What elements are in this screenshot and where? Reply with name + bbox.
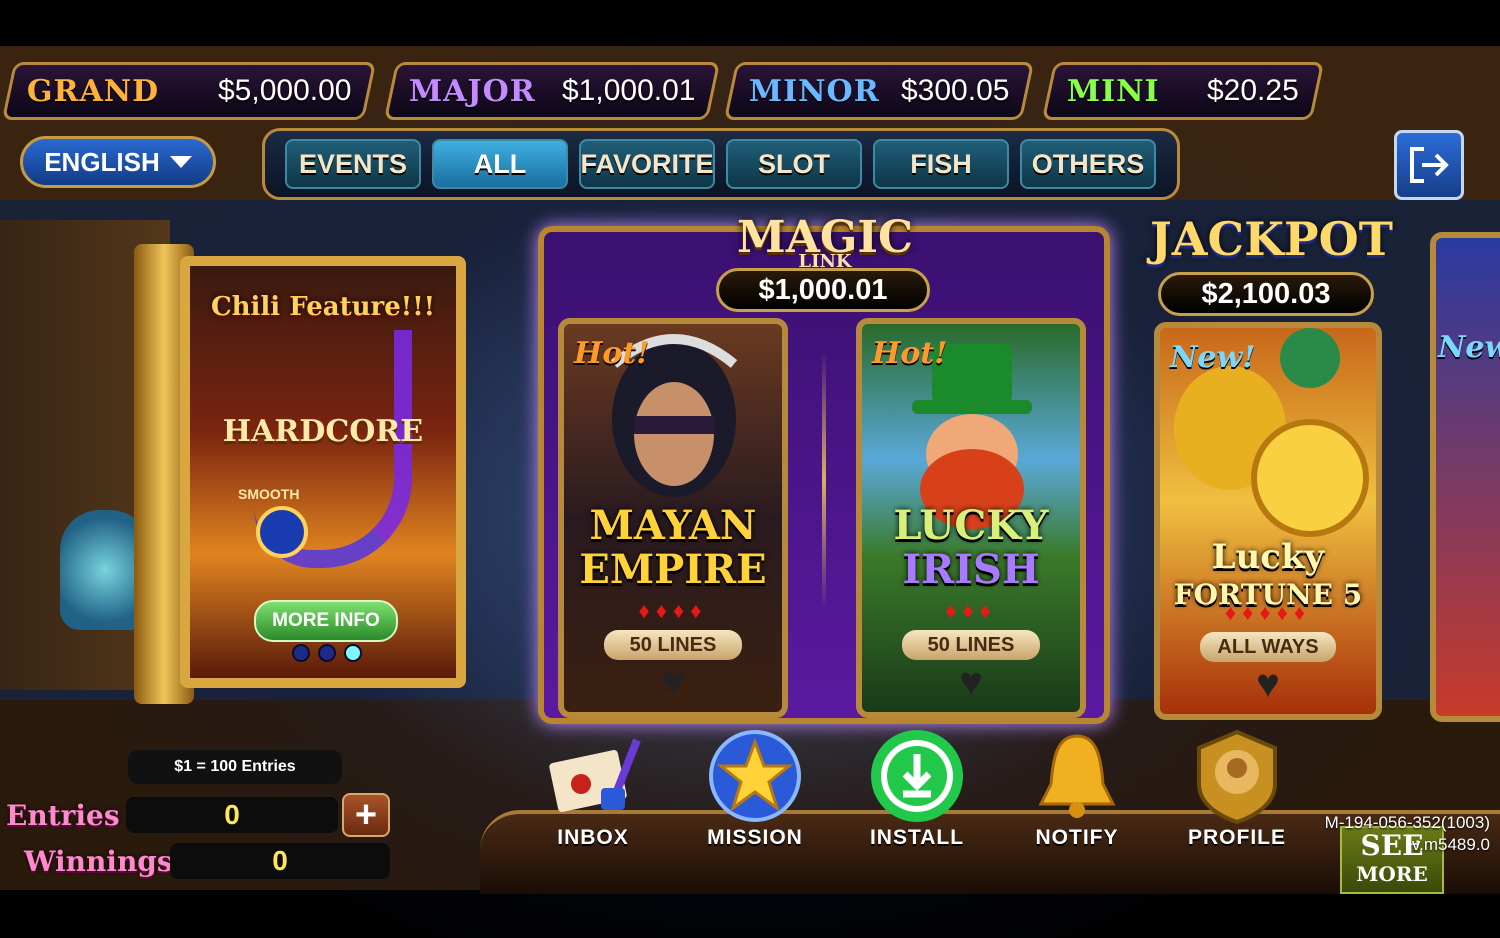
game-lines: 50 LINES <box>902 630 1040 660</box>
page-dot-3[interactable] <box>344 644 362 662</box>
plus-icon: + <box>354 793 378 836</box>
jackpot-mini: MINI $20.25 <box>1041 62 1325 120</box>
star-gem-icon <box>707 728 803 824</box>
install-button[interactable]: INSTALL <box>852 728 982 858</box>
game-title-line1: Lucky <box>1211 537 1325 577</box>
lobby-screen: GRAND $5,000.00 MAJOR $1,000.01 MINOR $3… <box>0 0 1500 938</box>
promo-level-low: SMOOTH <box>238 486 300 502</box>
see-more-line2: MORE <box>1356 862 1428 886</box>
promo-pagination <box>292 644 362 662</box>
game-title: LUCKY IRISH <box>862 504 1080 592</box>
game-title-line2: IRISH <box>902 546 1040 593</box>
card-divider <box>822 350 826 610</box>
game-card-lucky-fortune-5[interactable]: New! Lucky FORTUNE 5 ♦♦♦♦♦ ALL WAYS ♥ <box>1154 322 1382 720</box>
tab-favorite[interactable]: FAVORITE <box>579 139 715 189</box>
inbox-button[interactable]: INBOX <box>528 728 658 858</box>
language-selector[interactable]: ENGLISH <box>20 136 216 188</box>
chili-rating-icon: ♦♦♦ <box>945 598 997 623</box>
jackpot-grand-value: $5,000.00 <box>217 74 351 107</box>
download-icon <box>869 728 965 824</box>
tab-all[interactable]: ALL <box>432 139 568 189</box>
logout-icon <box>1410 147 1449 183</box>
profile-button[interactable]: PROFILE <box>1172 728 1302 858</box>
jackpot-major: MAJOR $1,000.01 <box>383 62 721 120</box>
entries-label: Entries <box>6 798 120 832</box>
winnings-label: Winnings <box>24 844 173 878</box>
mission-label: MISSION <box>707 826 803 849</box>
promo-banner[interactable]: Chili Feature!!! HARDCORE SMOOTH MORE IN… <box>180 256 466 688</box>
bell-icon <box>1029 728 1125 824</box>
jackpot-group-value: $2,100.03 <box>1158 272 1374 316</box>
favorite-heart-icon[interactable]: ♥ <box>1248 664 1288 704</box>
game-title-line1: MAYAN <box>589 502 757 549</box>
mission-button[interactable]: MISSION <box>690 728 820 858</box>
account-id: M-194-056-352(1003) <box>1324 813 1490 832</box>
add-entries-button[interactable]: + <box>342 793 390 837</box>
category-tabs: EVENTS ALL FAVORITE SLOT FISH OTHERS <box>262 128 1180 200</box>
jackpot-grand-label: GRAND <box>27 73 160 109</box>
page-dot-2[interactable] <box>318 644 336 662</box>
game-lines: ALL WAYS <box>1200 632 1336 662</box>
game-title-line2: EMPIRE <box>579 546 767 593</box>
avatar-badge-icon <box>1189 728 1285 824</box>
inbox-label: INBOX <box>557 826 629 849</box>
chili-rating-icon: ♦♦♦♦♦ <box>1224 600 1312 625</box>
jackpot-mini-label: MINI <box>1067 73 1160 109</box>
entries-value: 0 <box>126 797 338 833</box>
jackpot-minor: MINOR $300.05 <box>723 62 1035 120</box>
magic-link-jackpot: $1,000.01 <box>716 268 930 312</box>
game-card-partial[interactable] <box>1430 232 1500 722</box>
notify-label: NOTIFY <box>1035 826 1119 849</box>
favorite-heart-icon[interactable]: ♥ <box>951 662 991 702</box>
app-version: v.m5489.0 <box>1411 835 1490 854</box>
language-label: ENGLISH <box>44 146 160 177</box>
jackpot-mini-value: $20.25 <box>1207 74 1299 107</box>
jackpot-major-value: $1,000.01 <box>561 74 695 107</box>
winnings-row: Winnings <box>0 840 173 882</box>
jackpot-minor-value: $300.05 <box>900 74 1009 107</box>
entries-rate: $1 = 100 Entries <box>128 750 342 784</box>
game-card-mayan-empire[interactable]: Hot! MAYAN EMPIRE ♦♦♦♦ 50 LINES ♥ <box>558 318 788 718</box>
hot-badge: Hot! <box>574 336 650 371</box>
new-badge: New! <box>1170 340 1256 375</box>
tab-slot[interactable]: SLOT <box>726 139 862 189</box>
jackpot-major-label: MAJOR <box>409 73 536 109</box>
new-badge: New! <box>1438 330 1500 365</box>
envelope-quill-icon <box>545 728 641 824</box>
game-lines: 50 LINES <box>604 630 742 660</box>
tab-others[interactable]: OTHERS <box>1020 139 1156 189</box>
hot-badge: Hot! <box>872 336 948 371</box>
page-dot-1[interactable] <box>292 644 310 662</box>
logout-button[interactable] <box>1394 130 1464 200</box>
favorite-heart-icon[interactable]: ♥ <box>653 662 693 702</box>
jackpot-group-title: JACKPOT <box>1150 212 1393 266</box>
jackpot-grand: GRAND $5,000.00 <box>1 62 377 120</box>
gauge-knob <box>256 506 308 558</box>
tab-events[interactable]: EVENTS <box>285 139 421 189</box>
account-info: M-194-056-352(1003) v.m5489.0 <box>1290 812 1490 856</box>
install-label: INSTALL <box>869 826 965 849</box>
chili-rating-icon: ♦♦♦♦ <box>638 598 708 623</box>
winnings-value: 0 <box>170 843 390 879</box>
chevron-down-icon <box>169 156 192 168</box>
profile-label: PROFILE <box>1187 826 1286 849</box>
game-title-line1: LUCKY <box>893 502 1049 549</box>
promo-title: Chili Feature!!! <box>210 292 436 322</box>
more-info-button[interactable]: MORE INFO <box>254 600 398 642</box>
tab-fish[interactable]: FISH <box>873 139 1009 189</box>
promo-level-high: HARDCORE <box>222 414 424 449</box>
game-card-lucky-irish[interactable]: Hot! LUCKY IRISH ♦♦♦ 50 LINES ♥ <box>856 318 1086 718</box>
jackpot-minor-label: MINOR <box>749 73 880 109</box>
game-title: MAYAN EMPIRE <box>564 504 782 592</box>
notify-button[interactable]: NOTIFY <box>1012 728 1142 858</box>
entries-row: Entries <box>0 794 120 836</box>
